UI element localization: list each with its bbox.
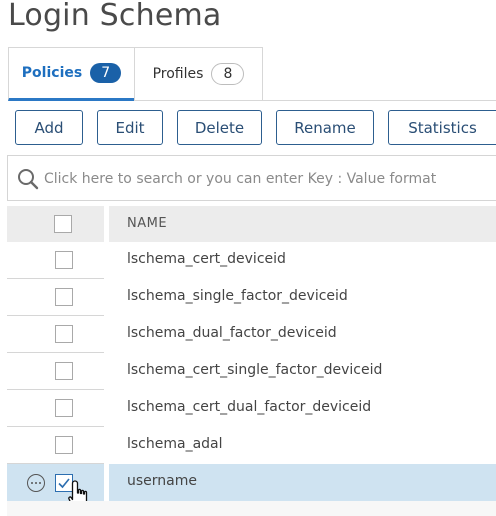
column-gap <box>104 464 109 501</box>
select-all-checkbox[interactable] <box>54 215 72 233</box>
delete-button[interactable]: Delete <box>177 110 262 145</box>
row-checkbox[interactable] <box>55 288 73 306</box>
row-checkbox[interactable] <box>55 362 73 380</box>
table-row-name[interactable]: username <box>127 473 197 489</box>
row-divider <box>7 278 104 279</box>
row-checkbox[interactable] <box>55 399 73 417</box>
statistics-button[interactable]: Statistics <box>388 110 496 145</box>
add-button[interactable]: Add <box>15 110 83 145</box>
tab-profiles[interactable]: Profiles 8 <box>134 47 263 101</box>
more-options-icon[interactable] <box>27 474 45 492</box>
page-title: Login Schema <box>8 0 222 33</box>
edit-button[interactable]: Edit <box>97 110 163 145</box>
tab-policies-label: Policies <box>21 65 83 81</box>
row-divider <box>7 389 104 390</box>
row-divider <box>7 352 104 353</box>
policies-count-badge: 7 <box>90 63 122 83</box>
row-checkbox[interactable] <box>55 436 73 454</box>
table-row-name[interactable]: lschema_single_factor_deviceid <box>127 288 348 304</box>
rename-button[interactable]: Rename <box>276 110 374 145</box>
table-row-name[interactable]: lschema_cert_deviceid <box>127 251 286 267</box>
search-icon[interactable] <box>17 168 39 194</box>
tab-policies[interactable]: Policies 7 <box>8 47 135 101</box>
tab-profiles-label: Profiles <box>152 66 204 82</box>
tab-divider <box>263 100 496 101</box>
search-input[interactable] <box>42 166 486 192</box>
table-row-name[interactable]: lschema_cert_single_factor_deviceid <box>127 362 382 378</box>
table-row-name[interactable]: lschema_dual_factor_deviceid <box>127 325 337 341</box>
profiles-count-badge: 8 <box>211 63 245 85</box>
name-header-label: NAME <box>127 216 168 231</box>
search-bar <box>7 155 496 201</box>
row-divider <box>7 315 104 316</box>
table-footer <box>7 501 496 516</box>
table-row-name[interactable]: lschema_adal <box>127 436 223 452</box>
table-row-name[interactable]: lschema_cert_dual_factor_deviceid <box>127 399 371 415</box>
row-checkbox[interactable] <box>55 325 73 343</box>
row-checkbox[interactable] <box>55 251 73 269</box>
row-divider <box>7 426 104 427</box>
